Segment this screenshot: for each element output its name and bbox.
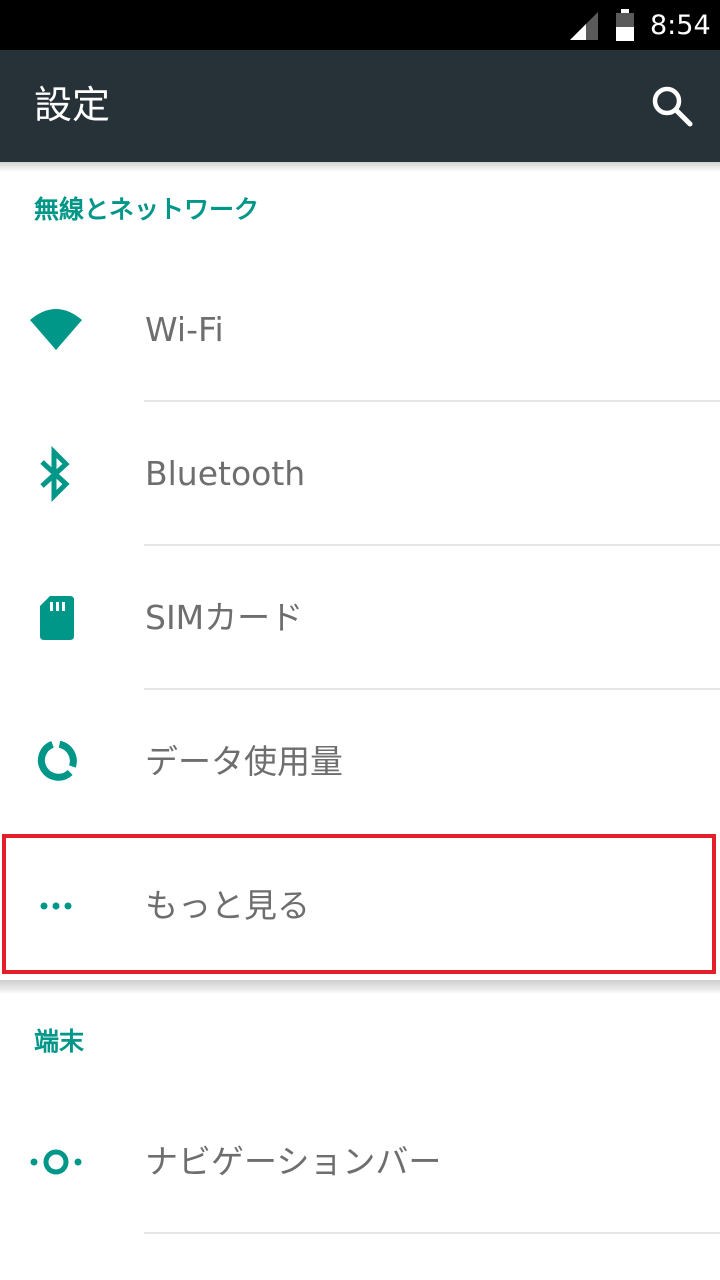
section-divider (0, 980, 720, 994)
battery-icon (616, 9, 634, 41)
section-header-device: 端末 (34, 1027, 85, 1056)
highlight-box (2, 834, 716, 974)
settings-item-bluetooth[interactable]: Bluetooth (0, 402, 720, 546)
app-bar-shadow (0, 162, 720, 172)
settings-item-navigation-bar[interactable]: ナビゲーションバー (0, 1090, 720, 1234)
settings-item-label: Bluetooth (145, 454, 306, 493)
divider (144, 1232, 720, 1234)
status-bar: 8:54 (0, 0, 720, 50)
settings-item-wifi[interactable]: Wi-Fi (0, 258, 720, 402)
sim-card-icon (40, 596, 74, 640)
bluetooth-icon (40, 445, 70, 503)
settings-item-label: SIMカード (145, 598, 304, 637)
settings-item-sim-card[interactable]: SIMカード (0, 546, 720, 690)
settings-item-label: Wi-Fi (145, 310, 224, 349)
navigation-bar-icon (30, 1149, 82, 1175)
section-header-wireless: 無線とネットワーク (34, 195, 260, 224)
wifi-icon (30, 309, 82, 350)
settings-item-label: ナビゲーションバー (145, 1142, 442, 1181)
cell-signal-icon (570, 12, 598, 40)
app-bar: 設定 (0, 50, 720, 162)
page-title: 設定 (34, 83, 111, 127)
data-usage-icon (37, 740, 77, 781)
settings-item-data-usage[interactable]: データ使用量 (0, 690, 720, 834)
status-clock: 8:54 (650, 10, 711, 41)
settings-item-label: データ使用量 (145, 742, 343, 781)
search-icon[interactable] (646, 80, 698, 132)
